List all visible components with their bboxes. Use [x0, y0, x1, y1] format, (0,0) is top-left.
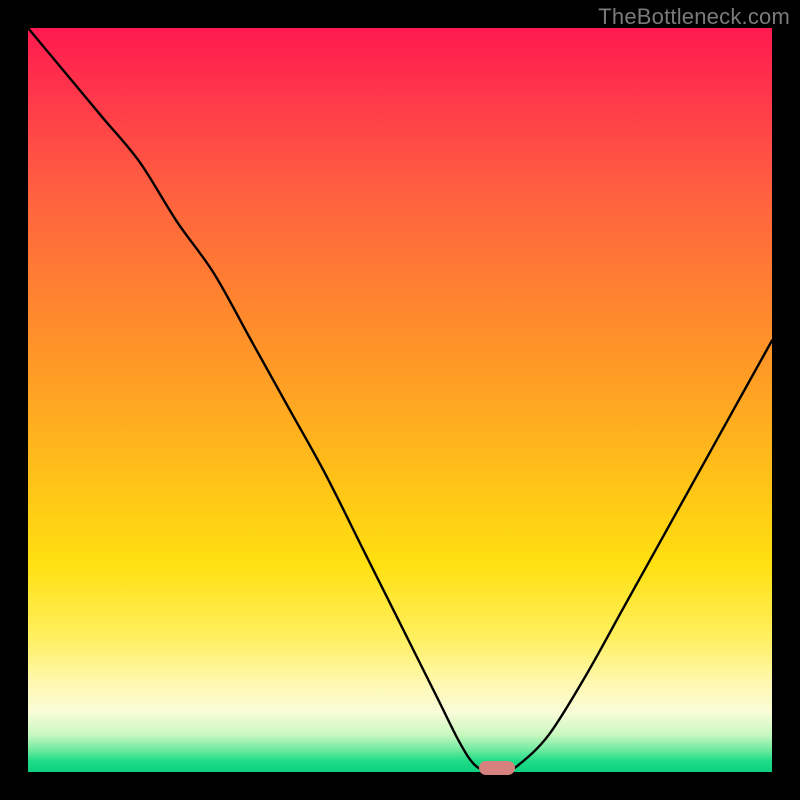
- chart-frame: TheBottleneck.com: [0, 0, 800, 800]
- optimal-marker: [479, 761, 515, 775]
- watermark-text: TheBottleneck.com: [598, 4, 790, 30]
- bottleneck-curve: [28, 28, 772, 772]
- plot-area: [28, 28, 772, 772]
- curve-path: [28, 28, 772, 772]
